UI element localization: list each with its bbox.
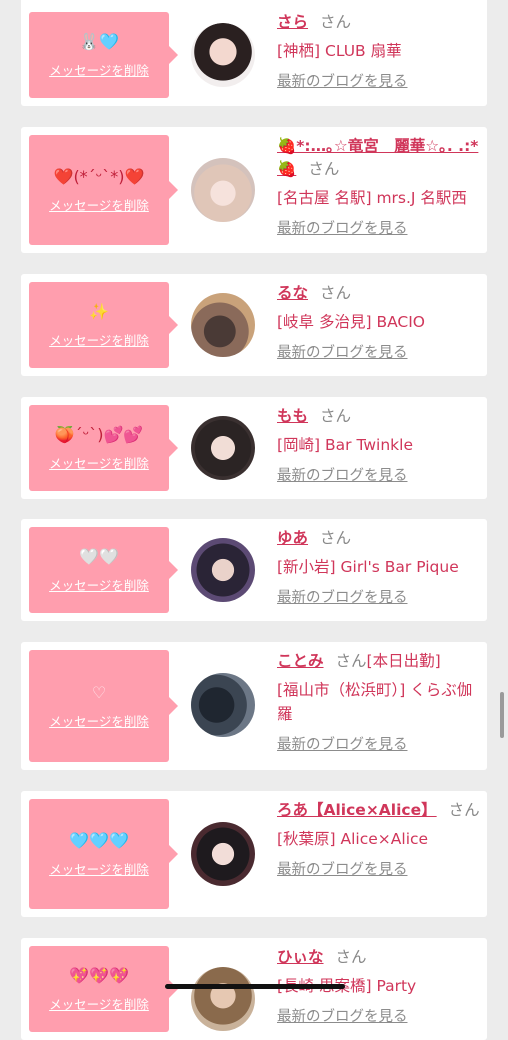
profile-info: 🍓*:…｡☆竜宮 麗華☆｡. .:*🍓 さん [名古屋 名駅] mrs.J 名駅西… bbox=[277, 135, 483, 238]
shop-name: [名古屋 名駅] mrs.J 名駅西 bbox=[277, 189, 467, 207]
delete-message-link[interactable]: メッセージを削除 bbox=[49, 195, 149, 214]
profile-name-link[interactable]: ゆあ bbox=[277, 529, 308, 547]
message-bubble: 🍑ˊᵕˋ)💕💕 メッセージを削除 bbox=[29, 405, 178, 491]
message-bubble: 🐰🩵 メッセージを削除 bbox=[29, 12, 178, 98]
message-bubble: 🤍🤍 メッセージを削除 bbox=[29, 527, 178, 613]
delete-message-link[interactable]: メッセージを削除 bbox=[49, 330, 149, 349]
message-text: 💖💖💖 bbox=[69, 965, 129, 985]
message-card: 💖💖💖 メッセージを削除 ひぃな さん [長崎 思案橋] Party 最新のブログ… bbox=[21, 938, 487, 1040]
message-text: ❤️(*´ᵕ`*)❤️ bbox=[53, 166, 145, 186]
message-text: 🤍🤍 bbox=[79, 546, 119, 566]
profile-name-link[interactable]: るな bbox=[277, 284, 308, 302]
profile-info: ゆあ さん [新小岩] Girl's Bar Pique 最新のブログを見る bbox=[277, 527, 483, 607]
latest-blog-link[interactable]: 最新のブログを見る bbox=[277, 341, 408, 362]
profile-info: るな さん [岐阜 多治見] BACIO 最新のブログを見る bbox=[277, 282, 483, 362]
message-bubble: ♡ メッセージを削除 bbox=[29, 650, 178, 762]
message-card: ❤️(*´ᵕ`*)❤️ メッセージを削除 🍓*:…｡☆竜宮 麗華☆｡. .:*🍓… bbox=[21, 127, 487, 253]
honorific: さん bbox=[335, 652, 367, 670]
shop-name: [岡崎] Bar Twinkle bbox=[277, 436, 413, 454]
message-card: 🍑ˊᵕˋ)💕💕 メッセージを削除 もも さん [岡崎] Bar Twinkle 最… bbox=[21, 397, 487, 499]
avatar[interactable] bbox=[191, 967, 255, 1031]
message-card: 🩵🩵🩵 メッセージを削除 ろあ【Alice×Alice】 さん [秋葉原] Ali… bbox=[21, 791, 487, 917]
profile-name-link[interactable]: さら bbox=[277, 13, 308, 31]
shop-name: [福山市（松浜町）] くらぶ伽羅 bbox=[277, 681, 473, 723]
latest-blog-link[interactable]: 最新のブログを見る bbox=[277, 586, 408, 607]
shop-name: [秋葉原] Alice×Alice bbox=[277, 830, 429, 848]
delete-message-link[interactable]: メッセージを削除 bbox=[49, 859, 149, 878]
name-line: ひぃな さん bbox=[277, 946, 483, 969]
honorific: さん bbox=[308, 160, 340, 178]
shop-name: [岐阜 多治見] BACIO bbox=[277, 313, 426, 331]
honorific: さん bbox=[335, 948, 367, 966]
message-text: ✨ bbox=[89, 301, 109, 321]
name-line: ろあ【Alice×Alice】 さん bbox=[277, 799, 483, 822]
message-card: 🐰🩵 メッセージを削除 さら さん [神栖] CLUB 扇華 最新のブログを見る bbox=[21, 0, 487, 106]
profile-name-link[interactable]: ことみ bbox=[277, 652, 324, 670]
profile-info: さら さん [神栖] CLUB 扇華 最新のブログを見る bbox=[277, 11, 483, 91]
name-line: ことみ さん[本日出勤] bbox=[277, 650, 483, 673]
message-bubble: ✨ メッセージを削除 bbox=[29, 282, 178, 368]
message-text: 🩵🩵🩵 bbox=[69, 830, 129, 850]
name-line: さら さん bbox=[277, 11, 483, 34]
latest-blog-link[interactable]: 最新のブログを見る bbox=[277, 464, 408, 485]
shop-name: [新小岩] Girl's Bar Pique bbox=[277, 558, 459, 576]
avatar[interactable] bbox=[191, 23, 255, 87]
honorific: さん bbox=[320, 13, 352, 31]
honorific: さん bbox=[448, 801, 480, 819]
delete-message-link[interactable]: メッセージを削除 bbox=[49, 60, 149, 79]
message-card: ✨ メッセージを削除 るな さん [岐阜 多治見] BACIO 最新のブログを見る bbox=[21, 274, 487, 376]
name-line: 🍓*:…｡☆竜宮 麗華☆｡. .:*🍓 さん bbox=[277, 135, 483, 181]
latest-blog-link[interactable]: 最新のブログを見る bbox=[277, 733, 408, 754]
profile-info: ろあ【Alice×Alice】 さん [秋葉原] Alice×Alice 最新のブ… bbox=[277, 799, 483, 879]
honorific: さん bbox=[320, 284, 352, 302]
profile-info: もも さん [岡崎] Bar Twinkle 最新のブログを見る bbox=[277, 405, 483, 485]
honorific: さん bbox=[320, 407, 352, 425]
avatar[interactable] bbox=[191, 158, 255, 222]
attendance-status: [本日出勤] bbox=[366, 652, 441, 670]
profile-name-link[interactable]: もも bbox=[277, 407, 308, 425]
profile-name-link[interactable]: ひぃな bbox=[277, 948, 324, 966]
avatar[interactable] bbox=[191, 822, 255, 886]
message-bubble: ❤️(*´ᵕ`*)❤️ メッセージを削除 bbox=[29, 135, 178, 245]
name-line: もも さん bbox=[277, 405, 483, 428]
delete-message-link[interactable]: メッセージを削除 bbox=[49, 575, 149, 594]
latest-blog-link[interactable]: 最新のブログを見る bbox=[277, 70, 408, 91]
message-text: 🍑ˊᵕˋ)💕💕 bbox=[54, 424, 144, 444]
avatar[interactable] bbox=[191, 673, 255, 737]
message-text: 🐰🩵 bbox=[79, 31, 119, 51]
avatar[interactable] bbox=[191, 538, 255, 602]
delete-message-link[interactable]: メッセージを削除 bbox=[49, 994, 149, 1013]
message-bubble: 🩵🩵🩵 メッセージを削除 bbox=[29, 799, 178, 909]
profile-name-link[interactable]: ろあ【Alice×Alice】 bbox=[277, 801, 437, 819]
latest-blog-link[interactable]: 最新のブログを見る bbox=[277, 217, 408, 238]
message-card: 🤍🤍 メッセージを削除 ゆあ さん [新小岩] Girl's Bar Pique … bbox=[21, 519, 487, 621]
delete-message-link[interactable]: メッセージを削除 bbox=[49, 453, 149, 472]
avatar[interactable] bbox=[191, 293, 255, 357]
home-indicator[interactable] bbox=[165, 984, 345, 989]
message-text: ♡ bbox=[91, 682, 107, 702]
honorific: さん bbox=[320, 529, 352, 547]
latest-blog-link[interactable]: 最新のブログを見る bbox=[277, 858, 408, 879]
name-line: るな さん bbox=[277, 282, 483, 305]
name-line: ゆあ さん bbox=[277, 527, 483, 550]
latest-blog-link[interactable]: 最新のブログを見る bbox=[277, 1005, 408, 1026]
message-card: ♡ メッセージを削除 ことみ さん[本日出勤] [福山市（松浜町）] くらぶ伽羅 … bbox=[21, 642, 487, 770]
delete-message-link[interactable]: メッセージを削除 bbox=[49, 711, 149, 730]
shop-name: [神栖] CLUB 扇華 bbox=[277, 42, 402, 60]
message-bubble: 💖💖💖 メッセージを削除 bbox=[29, 946, 178, 1032]
vertical-scrollbar[interactable] bbox=[500, 692, 504, 738]
profile-info: ことみ さん[本日出勤] [福山市（松浜町）] くらぶ伽羅 最新のブログを見る bbox=[277, 650, 483, 754]
avatar[interactable] bbox=[191, 416, 255, 480]
